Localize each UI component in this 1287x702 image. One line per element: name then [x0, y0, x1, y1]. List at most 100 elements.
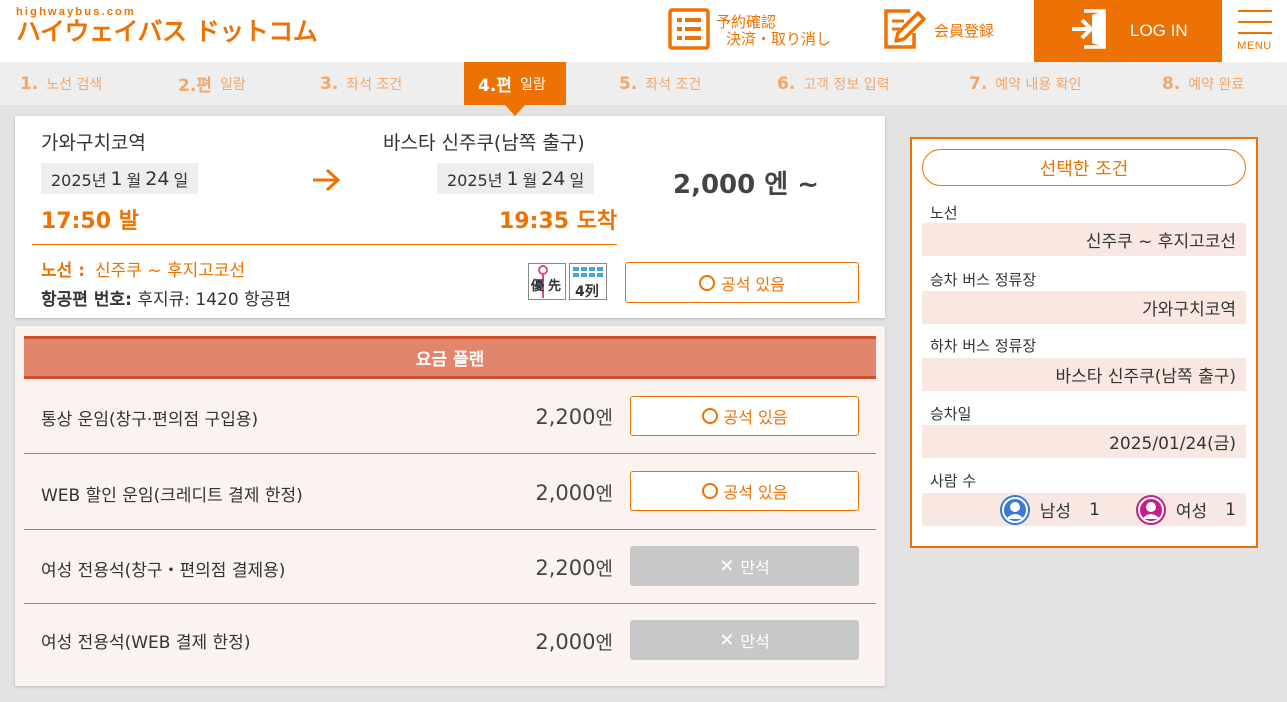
step-7: 7. 예약 내용 확인 — [969, 62, 1081, 105]
boarding-stop-label: 승차 버스 정류장 — [930, 271, 1037, 289]
price-value: 2,000 — [535, 630, 596, 654]
alighting-stop-label: 하차 버스 정류장 — [930, 337, 1037, 355]
date-year: 2025년 — [447, 170, 503, 190]
date-day: 24 — [541, 167, 566, 190]
four-row-seat-badge: 4列 — [569, 263, 607, 300]
edit-icon — [882, 7, 926, 55]
list-icon — [668, 8, 710, 54]
circle-icon — [701, 408, 718, 424]
step-5: 5. 좌석 조건 — [619, 62, 701, 105]
step-label: 노선 검색 — [46, 76, 103, 93]
price-value: 2,200 — [535, 405, 596, 429]
price-value: 2,000 — [535, 481, 596, 505]
seat-available-button[interactable]: 공석 있음 — [625, 262, 859, 303]
date-day-unit: 일 — [569, 170, 585, 190]
departure-date: 2025년 1 월 24 일 — [41, 163, 199, 194]
price-unit: 엔 — [595, 407, 613, 429]
route-value: 신주쿠 ~ 후지고코선 — [922, 223, 1246, 256]
step-label: 예약 완료 — [1188, 76, 1245, 93]
menu-button[interactable]: MENU — [1222, 0, 1287, 62]
circle-icon — [699, 274, 716, 291]
step-number: 8. — [1162, 73, 1181, 94]
price-unit: 엔 — [595, 558, 613, 580]
male-avatar-icon — [999, 494, 1030, 525]
plan-status-label: 만석 — [740, 558, 770, 577]
fare-plan-row: WEB 할인 운임(크레디트 결제 한정) 2,000엔 공석 있음 — [24, 454, 876, 530]
plan-status-label: 공석 있음 — [723, 408, 788, 427]
boarding-date-label: 승차일 — [930, 405, 972, 423]
date-month-unit: 월 — [126, 170, 142, 190]
divider — [32, 244, 617, 245]
sold-out-button: ✕ 만석 — [630, 620, 859, 660]
route-value: 신주쿠 ~ 후지고코선 — [95, 261, 246, 281]
fare-plan-panel: 요금 플랜 통상 운임(창구·편의점 구입용) 2,200엔 공석 있음 WEB… — [15, 326, 885, 686]
price-unit: 엔 — [595, 483, 613, 505]
female-count: 여성 1 — [1135, 494, 1236, 525]
fare-plan-name: 여성 전용석(WEB 결제 한정) — [41, 633, 251, 653]
date-month-unit: 월 — [522, 170, 538, 190]
arrival-time: 19:35 도착 — [499, 209, 618, 234]
price-value: 2,200 — [535, 556, 596, 580]
step-number: 2.편 — [178, 76, 212, 96]
step-number: 1. — [20, 73, 39, 94]
x-icon: ✕ — [719, 555, 735, 577]
menu-label: MENU — [1237, 40, 1272, 52]
fare-plan-price: 2,200엔 — [535, 554, 613, 581]
step-2: 2.편 일람 — [178, 62, 246, 105]
badge-text: 4列 — [575, 284, 599, 300]
boarding-date-value: 2025/01/24(금) — [922, 425, 1246, 458]
step-number: 7. — [969, 73, 988, 94]
step-6: 6. 고객 정보 입력 — [777, 62, 889, 105]
site-logo[interactable]: highwaybus.com ハイウェイバス ドットコム — [16, 6, 318, 46]
selected-conditions-panel: 선택한 조건 노선 신주쿠 ~ 후지고코선 승차 버스 정류장 가와구치코역 하… — [910, 137, 1258, 548]
x-icon: ✕ — [719, 629, 735, 651]
step-label: 예약 내용 확인 — [995, 76, 1082, 93]
date-month: 1 — [110, 167, 123, 190]
date-year: 2025년 — [51, 170, 107, 190]
login-button[interactable]: LOG IN — [1034, 0, 1222, 62]
site-header: highwaybus.com ハイウェイバス ドットコム 予約確認 決済・取り消… — [0, 0, 1287, 62]
people-count-value: 남성 1 여성 1 — [922, 493, 1246, 526]
step-number: 6. — [777, 73, 796, 94]
fare-plan-price: 2,200엔 — [535, 403, 613, 430]
reservation-check-label: 予約確認 — [716, 13, 777, 31]
badge-text: 先 — [548, 279, 562, 294]
hamburger-icon — [1237, 10, 1272, 43]
flight-label: 항공편 번호: — [41, 290, 132, 310]
reservation-check-button[interactable]: 予約確認 決済・取り消し — [668, 0, 831, 62]
select-plan-button[interactable]: 공석 있음 — [630, 471, 859, 511]
route-info: 노선 : 신주쿠 ~ 후지고코선 — [41, 256, 245, 281]
fare-plan-price: 2,000엔 — [535, 628, 613, 655]
arrow-right-icon — [311, 168, 341, 196]
departure-station: 가와구치코역 — [41, 132, 146, 154]
price-unit: 엔 — [595, 632, 613, 654]
logo-text: ハイウェイバス ドットコム — [16, 17, 318, 46]
departure-time: 17:50 발 — [41, 209, 139, 234]
fare-plan-name: WEB 할인 운임(크레디트 결제 한정) — [41, 486, 303, 506]
seat-status-label: 공석 있음 — [721, 274, 785, 294]
female-label: 여성 — [1175, 502, 1208, 522]
flight-info: 항공편 번호: 후지큐: 1420 항공편 — [41, 285, 291, 310]
fare-plan-row: 여성 전용석(창구・편의점 결제용) 2,200엔 ✕ 만석 — [24, 530, 876, 604]
payment-cancel-label: 決済・取り消し — [726, 30, 832, 48]
fare-plan-name: 통상 운임(창구·편의점 구입용) — [41, 410, 259, 430]
login-label: LOG IN — [1130, 21, 1188, 40]
female-count-value: 1 — [1225, 499, 1236, 520]
step-label: 좌석 조건 — [645, 76, 702, 93]
select-plan-button[interactable]: 공석 있음 — [630, 396, 859, 436]
step-1: 1. 노선 검색 — [20, 62, 102, 105]
arrival-date: 2025년 1 월 24 일 — [437, 163, 595, 194]
fare-plan-price: 2,000엔 — [535, 479, 613, 506]
step-label: 일람 — [519, 76, 546, 93]
fare-plan-header: 요금 플랜 — [24, 336, 876, 379]
alighting-stop-value: 바스타 신주쿠(남쪽 출구) — [922, 358, 1246, 391]
step-3: 3. 좌석 조건 — [320, 62, 402, 105]
plan-status-label: 만석 — [740, 632, 770, 651]
active-step-pointer — [505, 105, 525, 116]
member-register-button[interactable]: 会員登録 — [882, 0, 994, 62]
male-count-value: 1 — [1089, 499, 1100, 520]
trip-card: 가와구치코역 바스타 신주쿠(남쪽 출구) 2025년 1 월 24 일 202… — [15, 116, 885, 318]
selected-conditions-title: 선택한 조건 — [922, 149, 1246, 186]
sold-out-button: ✕ 만석 — [630, 546, 859, 586]
male-label: 남성 — [1039, 502, 1072, 522]
